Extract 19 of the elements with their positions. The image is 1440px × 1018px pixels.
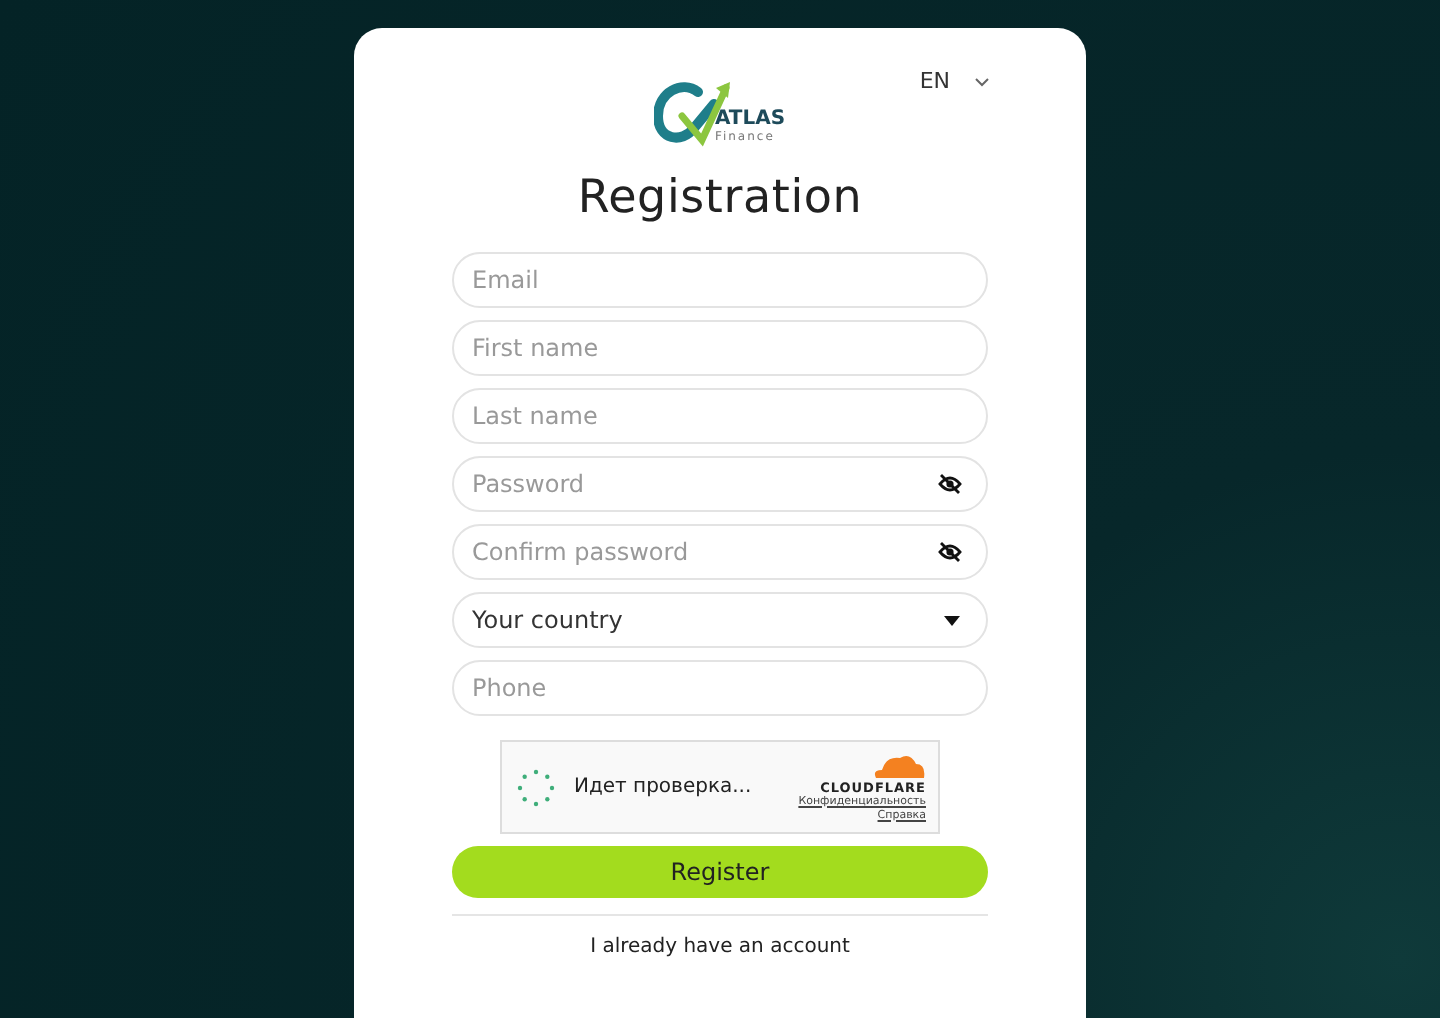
country-select[interactable]: Your country <box>452 592 988 648</box>
cloud-icon <box>870 751 926 779</box>
logo-name: ATLAS <box>714 108 786 130</box>
language-selector[interactable]: EN <box>919 68 990 94</box>
input-field[interactable]: First name <box>452 320 988 376</box>
eye-off-icon[interactable] <box>938 542 962 562</box>
dropdown-icon <box>940 610 964 630</box>
captcha-status: Идет проверка... <box>574 776 754 798</box>
spinner-icon <box>514 765 558 809</box>
login-link[interactable]: I already have an account <box>590 936 850 958</box>
page-title: Registration <box>577 172 863 224</box>
password-field[interactable]: Confirm password <box>452 524 988 580</box>
register-button[interactable]: Register <box>452 846 988 898</box>
password-field[interactable]: Password <box>452 456 988 512</box>
input-field[interactable]: Last name <box>452 388 988 444</box>
input-field[interactable]: Email <box>452 252 988 308</box>
eye-off-icon[interactable] <box>938 474 962 494</box>
chevron-down-icon <box>974 75 990 87</box>
input-field[interactable]: Phone <box>452 660 988 716</box>
